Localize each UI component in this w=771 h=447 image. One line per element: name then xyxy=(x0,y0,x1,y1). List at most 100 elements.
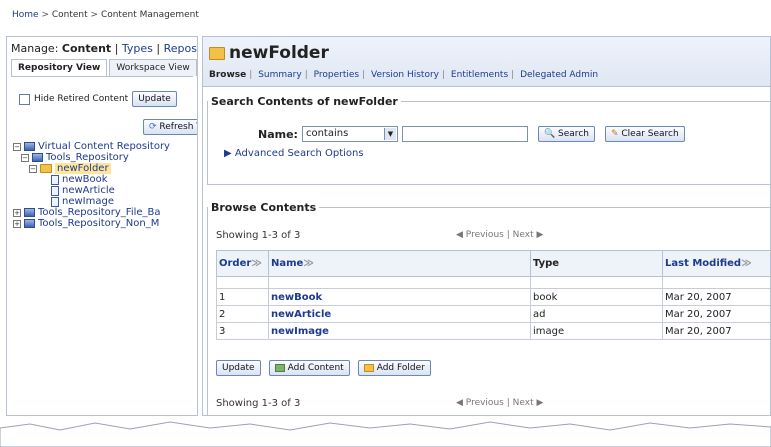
tab-separator: | xyxy=(249,70,253,80)
tree-node-label[interactable]: Tools_Repository_File_Ba xyxy=(38,207,161,218)
column-last-modified[interactable]: Last Modified≫ xyxy=(662,250,770,277)
search-button-label: Search xyxy=(558,129,589,139)
torn-edge-decoration xyxy=(0,421,771,447)
tree-node-label[interactable]: newBook xyxy=(62,174,108,185)
tree-node-newfolder[interactable]: − newFolder xyxy=(13,163,170,174)
next-link[interactable]: Next ▶ xyxy=(513,230,544,240)
advanced-search-link[interactable]: ▶ Advanced Search Options xyxy=(224,148,364,159)
breadcrumb-home[interactable]: Home xyxy=(12,10,39,20)
tree-node-newimage[interactable]: newImage xyxy=(13,196,170,207)
match-type-select[interactable]: contains ▼ xyxy=(301,126,398,142)
add-folder-button[interactable]: Add Folder xyxy=(357,360,431,376)
update-button[interactable]: Update xyxy=(132,91,177,107)
repository-icon xyxy=(32,153,43,162)
content-item-icon xyxy=(51,185,59,196)
tree-node-tools-repository-non-m[interactable]: + Tools_Repository_Non_M xyxy=(13,218,170,229)
tab-version-history[interactable]: Version History xyxy=(371,70,439,80)
content-tabs: Browse | Summary | Properties | Version His… xyxy=(209,70,598,80)
clear-icon: ✎ xyxy=(610,129,619,139)
tree-node-label[interactable]: newFolder xyxy=(55,163,111,174)
table-header-row: Order≫ Name≫ Type Last Modified≫ xyxy=(216,250,770,277)
tree-node-label[interactable]: newImage xyxy=(62,196,114,207)
previous-link[interactable]: ◀ Previous xyxy=(456,230,504,240)
column-name-label: Name xyxy=(271,258,304,269)
collapse-toggle-icon[interactable]: − xyxy=(21,153,29,162)
collapse-toggle-icon[interactable]: − xyxy=(13,142,21,151)
manage-types-link[interactable]: Types xyxy=(122,42,153,55)
sort-icon: ≫ xyxy=(251,258,262,269)
order-cell[interactable]: 2 xyxy=(216,305,269,323)
tree-node-tools-repository-file-ba[interactable]: + Tools_Repository_File_Ba xyxy=(13,207,170,218)
modified-cell: Mar 20, 2007 xyxy=(662,305,770,323)
sort-icon: ≫ xyxy=(303,258,314,269)
manage-separator: | xyxy=(156,42,161,55)
folder-icon xyxy=(40,164,52,173)
order-cell[interactable]: 1 xyxy=(216,288,269,306)
tab-delegated-admin[interactable]: Delegated Admin xyxy=(520,70,598,80)
tree-node-label[interactable]: Tools_Repository xyxy=(46,152,129,163)
search-section: Search Contents of newFolder Name: conta… xyxy=(207,95,770,185)
manage-content: Content xyxy=(61,42,112,55)
tab-workspace-view[interactable]: Workspace View xyxy=(109,59,197,76)
match-type-value: contains xyxy=(305,128,349,139)
name-cell[interactable]: newImage xyxy=(268,322,531,340)
tree-node-label[interactable]: Tools_Repository_Non_M xyxy=(38,218,159,229)
repository-icon xyxy=(24,208,35,217)
folder-icon xyxy=(209,46,225,60)
spacer-cell xyxy=(216,276,269,289)
breadcrumb-content-management: Content Management xyxy=(100,10,199,20)
spacer-cell xyxy=(268,276,531,289)
content-tree: − Virtual Content Repository − Tools_Rep… xyxy=(13,141,170,229)
manage-bar: Manage: Content | Types | Repos xyxy=(7,37,197,59)
column-order[interactable]: Order≫ xyxy=(216,250,269,277)
tab-entitlements[interactable]: Entitlements xyxy=(451,70,508,80)
tab-separator: | xyxy=(304,70,308,80)
tree-node-virtual-content-repository[interactable]: − Virtual Content Repository xyxy=(13,141,170,152)
search-button[interactable]: 🔍 Search xyxy=(537,126,595,142)
tree-node-label[interactable]: Virtual Content Repository xyxy=(38,141,170,152)
table-update-button[interactable]: Update xyxy=(216,360,261,376)
clear-search-button[interactable]: ✎ Clear Search xyxy=(604,126,685,142)
tree-node-label[interactable]: newArticle xyxy=(62,185,115,196)
hide-retired-checkbox[interactable] xyxy=(19,93,30,105)
breadcrumb: Home > Content > Content Management xyxy=(0,0,771,36)
content-item-icon xyxy=(51,174,59,185)
order-cell[interactable]: 3 xyxy=(216,322,269,340)
showing-count-bottom: Showing 1-3 of 3 xyxy=(216,398,301,409)
column-last-modified-label: Last Modified xyxy=(665,258,742,269)
expand-toggle-icon[interactable]: + xyxy=(13,219,21,228)
breadcrumb-separator: > xyxy=(90,10,101,20)
browse-legend: Browse Contents xyxy=(211,201,317,214)
table-row: 2 newArticle ad Mar 20, 2007 xyxy=(216,305,770,323)
tab-summary[interactable]: Summary xyxy=(258,70,302,80)
tree-node-newarticle[interactable]: newArticle xyxy=(13,185,170,196)
page-title: newFolder xyxy=(209,43,329,63)
add-folder-icon xyxy=(363,364,374,372)
tab-separator: | xyxy=(362,70,366,80)
pager-bottom: ◀ Previous | Next ▶ xyxy=(456,398,543,408)
add-folder-label: Add Folder xyxy=(376,363,425,373)
tree-node-tools-repository[interactable]: − Tools_Repository xyxy=(13,152,170,163)
tab-browse[interactable]: Browse xyxy=(209,70,246,80)
name-cell[interactable]: newArticle xyxy=(268,305,531,323)
collapse-toggle-icon[interactable]: − xyxy=(29,164,37,173)
tab-separator: | xyxy=(511,70,515,80)
name-cell[interactable]: newBook xyxy=(268,288,531,306)
tab-properties[interactable]: Properties xyxy=(314,70,359,80)
search-name-input[interactable] xyxy=(401,126,528,142)
modified-cell: Mar 20, 2007 xyxy=(662,288,770,306)
next-link[interactable]: Next ▶ xyxy=(513,398,544,408)
breadcrumb-content: Content xyxy=(51,10,88,20)
tree-node-newbook[interactable]: newBook xyxy=(13,174,170,185)
chevron-down-icon: ▼ xyxy=(383,128,396,140)
manage-repos-link[interactable]: Repos xyxy=(164,42,197,55)
add-content-button[interactable]: Add Content xyxy=(268,360,350,376)
expand-toggle-icon[interactable]: + xyxy=(13,208,21,217)
next-label: Next xyxy=(512,398,534,408)
left-panel: Manage: Content | Types | Repos Reposito… xyxy=(6,36,198,416)
refresh-tree-button[interactable]: ⟳ Refresh Tree xyxy=(143,119,197,135)
clear-search-label: Clear Search xyxy=(621,129,679,139)
tab-repository-view[interactable]: Repository View xyxy=(11,59,108,76)
previous-link[interactable]: ◀ Previous xyxy=(456,398,504,408)
column-name[interactable]: Name≫ xyxy=(268,250,531,277)
